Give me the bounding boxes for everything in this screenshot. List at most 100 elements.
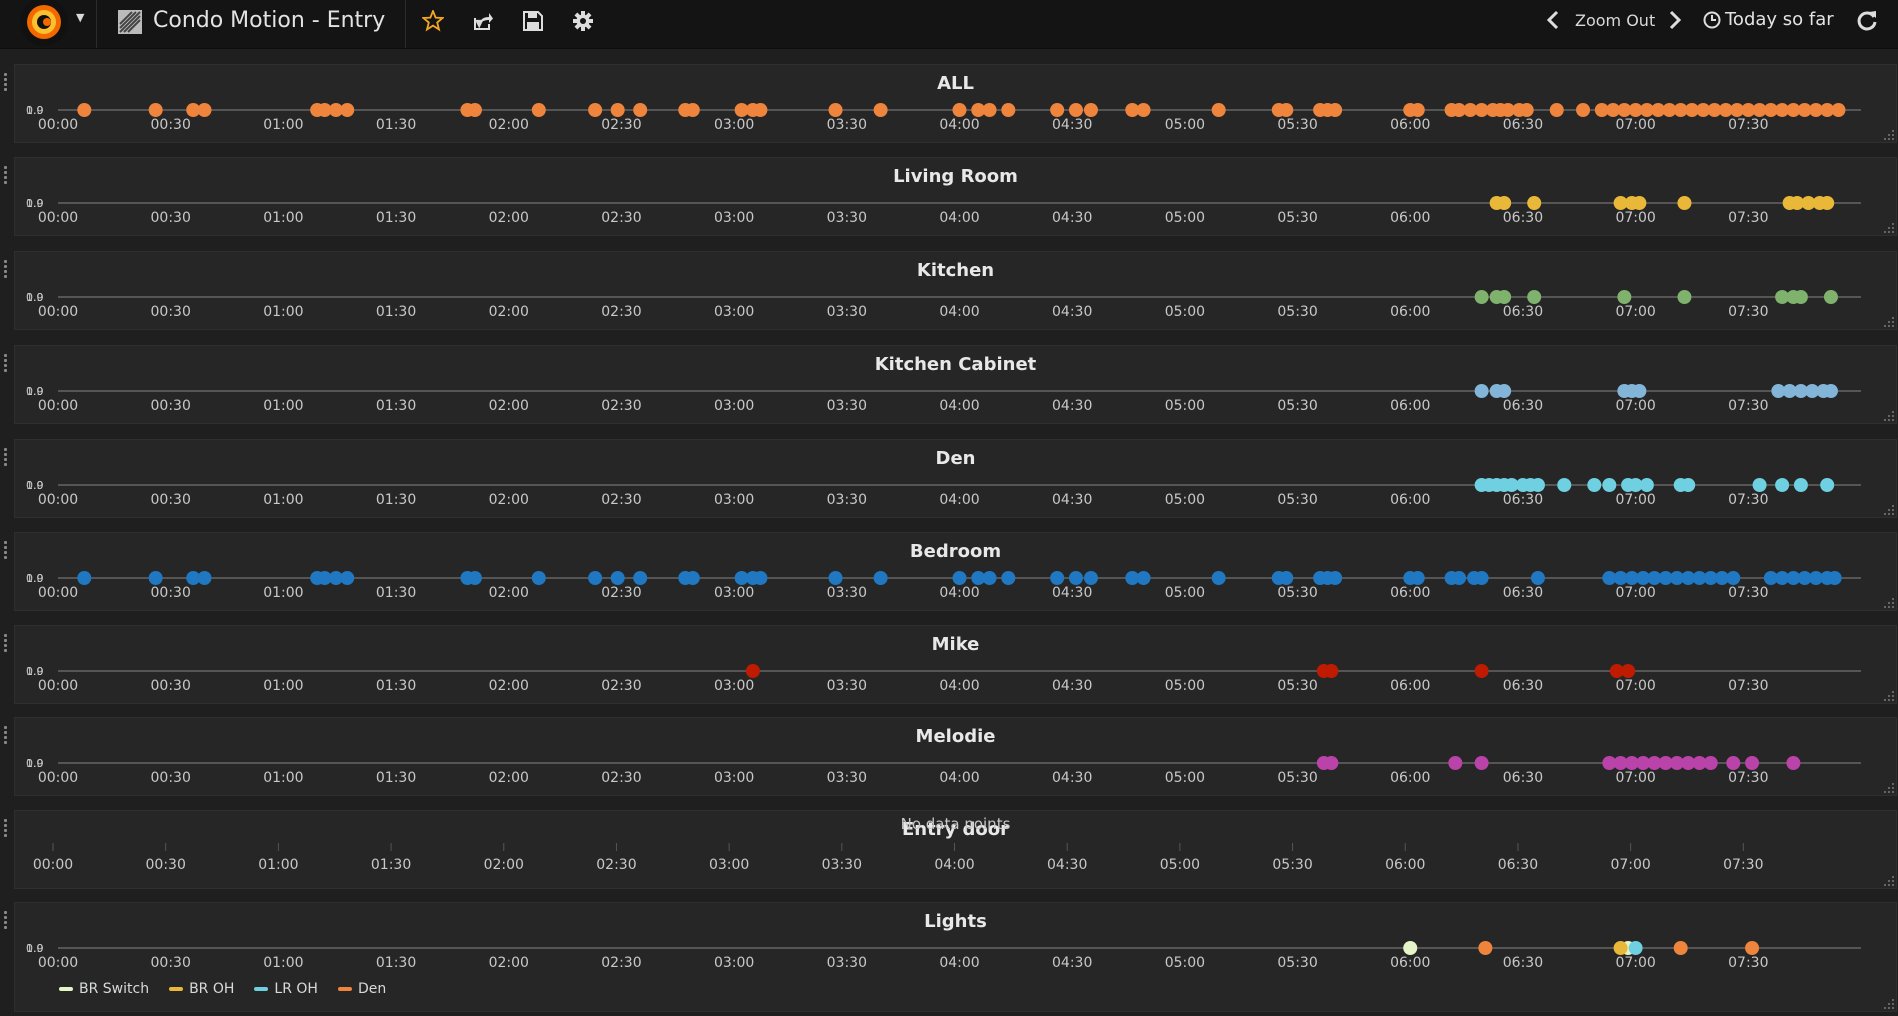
panel-chart[interactable]: 1.00.900:00 00:30 01:00 01:30 02:00 02:30 03:0… (15, 158, 1896, 235)
panel-drag-handle-icon[interactable] (3, 539, 9, 561)
data-point[interactable] (1617, 290, 1632, 304)
data-point[interactable] (1448, 756, 1463, 770)
panel-drag-handle-icon[interactable] (3, 632, 9, 654)
data-point[interactable] (873, 103, 888, 117)
data-point[interactable] (1677, 196, 1692, 210)
data-point[interactable] (1632, 196, 1647, 210)
data-point[interactable] (828, 103, 843, 117)
dashboard-title-button[interactable]: Condo Motion - Entry ▼ (97, 0, 483, 48)
data-point[interactable] (1775, 478, 1790, 492)
panel-drag-handle-icon[interactable] (3, 909, 9, 931)
data-point[interactable] (340, 571, 355, 585)
panel-chart[interactable]: 1.00.900:00 00:30 01:00 01:30 02:00 02:30 03:0… (15, 440, 1896, 517)
data-point[interactable] (531, 103, 546, 117)
data-point[interactable] (1621, 664, 1636, 678)
data-point[interactable] (588, 103, 603, 117)
data-point[interactable] (1632, 384, 1647, 398)
data-point[interactable] (1820, 478, 1835, 492)
panel-chart[interactable]: 00:00 00:30 01:00 01:30 02:00 02:30 03:00 03:30… (15, 811, 1896, 888)
data-point[interactable] (1726, 756, 1741, 770)
data-point[interactable] (77, 103, 92, 117)
data-point[interactable] (1793, 290, 1808, 304)
save-button[interactable] (516, 8, 548, 36)
data-point[interactable] (531, 571, 546, 585)
panel-drag-handle-icon[interactable] (3, 352, 9, 374)
data-point[interactable] (1549, 103, 1564, 117)
panel-entry-door[interactable]: Entry door No data points 00:00 00:30 01:00 0… (4, 810, 1897, 889)
data-point[interactable] (1745, 941, 1760, 955)
data-point[interactable] (982, 571, 997, 585)
data-point[interactable] (1136, 103, 1151, 117)
data-point[interactable] (1497, 290, 1512, 304)
data-point[interactable] (1752, 478, 1767, 492)
data-point[interactable] (1050, 103, 1065, 117)
zoom-out-button[interactable]: Zoom Out (1575, 11, 1655, 30)
data-point[interactable] (1673, 941, 1688, 955)
data-point[interactable] (1279, 571, 1294, 585)
panel-drag-handle-icon[interactable] (3, 446, 9, 468)
data-point[interactable] (467, 571, 482, 585)
data-point[interactable] (685, 571, 700, 585)
legend-item[interactable]: BR Switch (59, 981, 149, 997)
data-point[interactable] (1068, 571, 1083, 585)
panel-drag-handle-icon[interactable] (3, 724, 9, 746)
panel-drag-handle-icon[interactable] (3, 258, 9, 280)
data-point[interactable] (148, 571, 163, 585)
data-point[interactable] (1613, 941, 1628, 955)
data-point[interactable] (1211, 571, 1226, 585)
panel-kitchen[interactable]: Kitchen 1.0 0.9 00:00 00:30 01:00 01:30 02:00 02… (4, 251, 1897, 330)
data-point[interactable] (1410, 103, 1425, 117)
panel-kitchen-cabinet[interactable]: Kitchen Cabinet 1.0 0.9 00:00 00:30 01:00 01:3… (4, 345, 1897, 424)
chevron-right-icon[interactable] (1667, 10, 1683, 30)
panel-chart[interactable]: 1.00.900:00 00:30 01:00 01:30 02:00 02:30 03:0… (15, 65, 1896, 142)
data-point[interactable] (1474, 756, 1489, 770)
data-point[interactable] (1681, 478, 1696, 492)
panel-den[interactable]: Den 1.0 0.9 00:00 00:30 01:00 01:30 02:00 02:30 0… (4, 439, 1897, 518)
panel-drag-handle-icon[interactable] (3, 71, 9, 93)
data-point[interactable] (952, 571, 967, 585)
data-point[interactable] (1050, 571, 1065, 585)
data-point[interactable] (982, 103, 997, 117)
panel-chart[interactable]: 1.00.900:00 00:30 01:00 01:30 02:00 02:30 03:0… (15, 252, 1896, 329)
panel-melodie[interactable]: Melodie 1.0 0.9 00:00 00:30 01:00 01:30 02:00 02… (4, 717, 1897, 796)
data-point[interactable] (1083, 103, 1098, 117)
data-point[interactable] (1677, 290, 1692, 304)
data-point[interactable] (340, 103, 355, 117)
data-point[interactable] (745, 664, 760, 678)
data-point[interactable] (1001, 103, 1016, 117)
data-point[interactable] (1478, 941, 1493, 955)
data-point[interactable] (1279, 103, 1294, 117)
data-point[interactable] (1628, 941, 1643, 955)
data-point[interactable] (1001, 571, 1016, 585)
data-point[interactable] (873, 571, 888, 585)
data-point[interactable] (77, 571, 92, 585)
data-point[interactable] (828, 571, 843, 585)
data-point[interactable] (1452, 571, 1467, 585)
data-point[interactable] (197, 103, 212, 117)
data-point[interactable] (148, 103, 163, 117)
data-point[interactable] (1497, 196, 1512, 210)
panel-chart[interactable]: 1.00.900:00 00:30 01:00 01:30 02:00 02:30 03:0… (15, 718, 1896, 795)
data-point[interactable] (1324, 756, 1339, 770)
data-point[interactable] (1823, 290, 1838, 304)
legend-item[interactable]: BR OH (169, 981, 234, 997)
data-point[interactable] (1328, 103, 1343, 117)
data-point[interactable] (1602, 478, 1617, 492)
data-point[interactable] (1211, 103, 1226, 117)
data-point[interactable] (1136, 571, 1151, 585)
panel-mike[interactable]: Mike 1.0 0.9 00:00 00:30 01:00 01:30 02:00 02:30… (4, 625, 1897, 704)
panel-all[interactable]: ALL 1.0 0.9 00:00 00:30 01:00 01:30 02:00 02:30 0… (4, 64, 1897, 143)
data-point[interactable] (1474, 571, 1489, 585)
data-point[interactable] (588, 571, 603, 585)
data-point[interactable] (1403, 941, 1418, 955)
data-point[interactable] (610, 103, 625, 117)
data-point[interactable] (952, 103, 967, 117)
data-point[interactable] (1823, 384, 1838, 398)
data-point[interactable] (1527, 196, 1542, 210)
data-point[interactable] (610, 571, 625, 585)
data-point[interactable] (1474, 290, 1489, 304)
data-point[interactable] (197, 571, 212, 585)
data-point[interactable] (753, 103, 768, 117)
data-point[interactable] (1827, 571, 1842, 585)
data-point[interactable] (1793, 478, 1808, 492)
